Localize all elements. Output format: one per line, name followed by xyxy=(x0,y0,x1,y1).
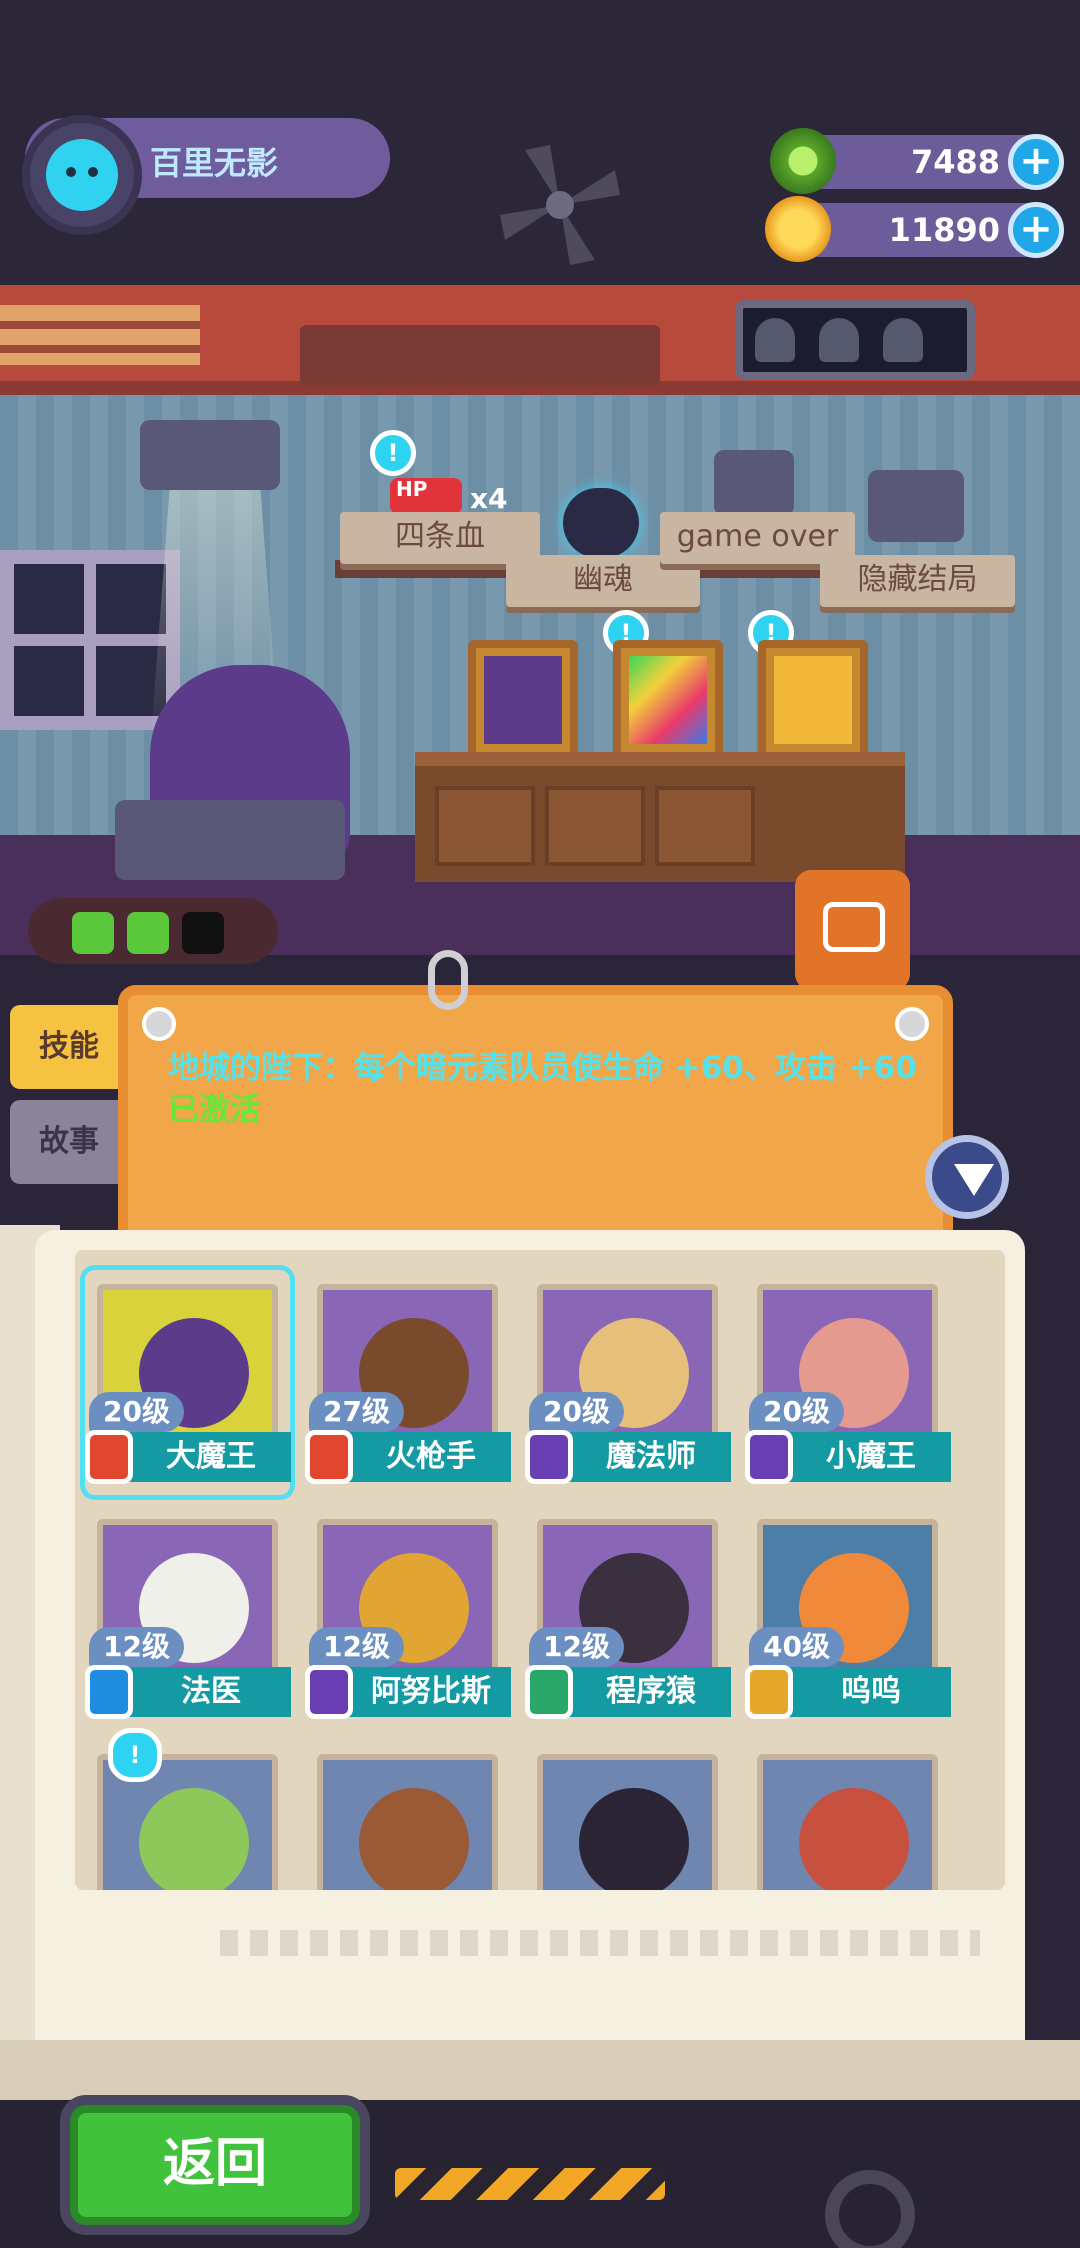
hint-dot-hp[interactable]: ! xyxy=(370,430,416,476)
energy-battery-icon xyxy=(127,912,169,954)
character-card[interactable]: 12级 程序猿 xyxy=(525,1505,731,1730)
back-button[interactable]: 返回 xyxy=(70,2105,360,2225)
movie-tv-icon xyxy=(868,470,964,542)
tab-story[interactable]: 故事 xyxy=(10,1100,128,1184)
character-head xyxy=(579,1788,689,1890)
character-card[interactable] xyxy=(745,1740,950,1890)
character-level: 40级 xyxy=(749,1627,844,1667)
hp-battery-icon: HP xyxy=(390,478,462,514)
folder-tab[interactable] xyxy=(795,870,910,990)
paper-clip-icon xyxy=(428,950,468,1010)
photo-frame-3[interactable] xyxy=(758,640,868,760)
character-portrait xyxy=(317,1754,498,1890)
coin-amount: 11890 xyxy=(888,211,1000,249)
character-level: 20级 xyxy=(749,1392,844,1432)
energy-battery-icon xyxy=(72,912,114,954)
ceiling-fan-icon xyxy=(500,145,620,265)
sofa-icon xyxy=(823,902,885,952)
photo-frame-2[interactable] xyxy=(613,640,723,760)
avatar[interactable] xyxy=(22,115,142,235)
energy-battery-empty-icon xyxy=(182,912,224,954)
character-card[interactable]: 12级 阿努比斯 xyxy=(305,1505,511,1730)
character-level: 20级 xyxy=(529,1392,624,1432)
character-level: 12级 xyxy=(529,1627,624,1667)
class-badge-icon xyxy=(85,1430,133,1484)
character-level: 12级 xyxy=(89,1627,184,1667)
character-portrait xyxy=(537,1754,718,1890)
character-level: 12级 xyxy=(309,1627,404,1667)
photo-frame-1[interactable] xyxy=(468,640,578,760)
ghost-display-panel xyxy=(735,300,975,380)
character-card[interactable]: 12级 法医 xyxy=(85,1505,291,1730)
pin-icon xyxy=(895,1007,929,1041)
character-grid: 20级 大魔王 27级 火枪手 20级 魔法师 20级 小魔王 12级 法医 12级 阿努比斯 12级程… xyxy=(75,1250,1005,1890)
class-badge-icon xyxy=(525,1665,573,1719)
activated-label: 已激活 xyxy=(168,1092,261,1128)
gem-amount: 7488 xyxy=(910,143,1000,181)
skill-info-card: 地城的陛下：每个暗元素队员使生命 +60、攻击 +60 已激活 xyxy=(118,985,953,1255)
character-card[interactable]: 20级 魔法师 xyxy=(525,1270,731,1495)
throne-chair xyxy=(115,800,345,880)
class-badge-icon xyxy=(745,1665,793,1719)
add-gems-button[interactable]: + xyxy=(1008,134,1064,190)
book-spine xyxy=(0,2040,1080,2100)
ceiling-lamp xyxy=(140,420,280,490)
character-card[interactable]: 40级 呜呜 xyxy=(745,1505,951,1730)
class-badge-icon xyxy=(525,1430,573,1484)
character-card[interactable]: 27级 火枪手 xyxy=(305,1270,511,1495)
filter-button[interactable] xyxy=(925,1135,1009,1219)
class-badge-icon xyxy=(745,1430,793,1484)
room-window xyxy=(0,550,180,730)
character-level: 20级 xyxy=(89,1392,184,1432)
class-badge-icon xyxy=(85,1665,133,1719)
character-level: 27级 xyxy=(309,1392,404,1432)
blurred-footer-text xyxy=(220,1930,980,1956)
desk xyxy=(415,752,905,882)
filter-icon xyxy=(954,1164,994,1196)
character-portrait xyxy=(757,1754,938,1890)
profile-name: 百里无影 xyxy=(150,144,279,182)
skill-description: 地城的陛下：每个暗元素队员使生命 +60、攻击 +60 已激活 xyxy=(168,1050,917,1128)
class-badge-icon xyxy=(305,1430,353,1484)
character-head xyxy=(359,1788,469,1890)
character-card[interactable]: 20级 大魔王 xyxy=(85,1270,291,1495)
add-coins-button[interactable]: + xyxy=(1008,202,1064,258)
hazard-stripe xyxy=(395,2168,665,2200)
character-card[interactable] xyxy=(305,1740,510,1890)
character-head xyxy=(799,1788,909,1890)
character-card[interactable] xyxy=(525,1740,730,1890)
tombstone-tv-icon xyxy=(714,450,794,516)
plaque-hidden-ending[interactable]: 隐藏结局 xyxy=(820,555,1015,607)
pin-icon xyxy=(142,1007,176,1041)
hp-multiplier: x4 xyxy=(470,482,508,515)
tab-skill[interactable]: 技能 xyxy=(10,1005,128,1089)
ghost-skull-icon xyxy=(563,488,639,558)
character-card[interactable]: 20级 小魔王 xyxy=(745,1270,951,1495)
class-badge-icon xyxy=(305,1665,353,1719)
cat-face-icon xyxy=(46,139,118,211)
character-head xyxy=(139,1788,249,1890)
hint-dot-character[interactable]: ! xyxy=(108,1728,162,1782)
